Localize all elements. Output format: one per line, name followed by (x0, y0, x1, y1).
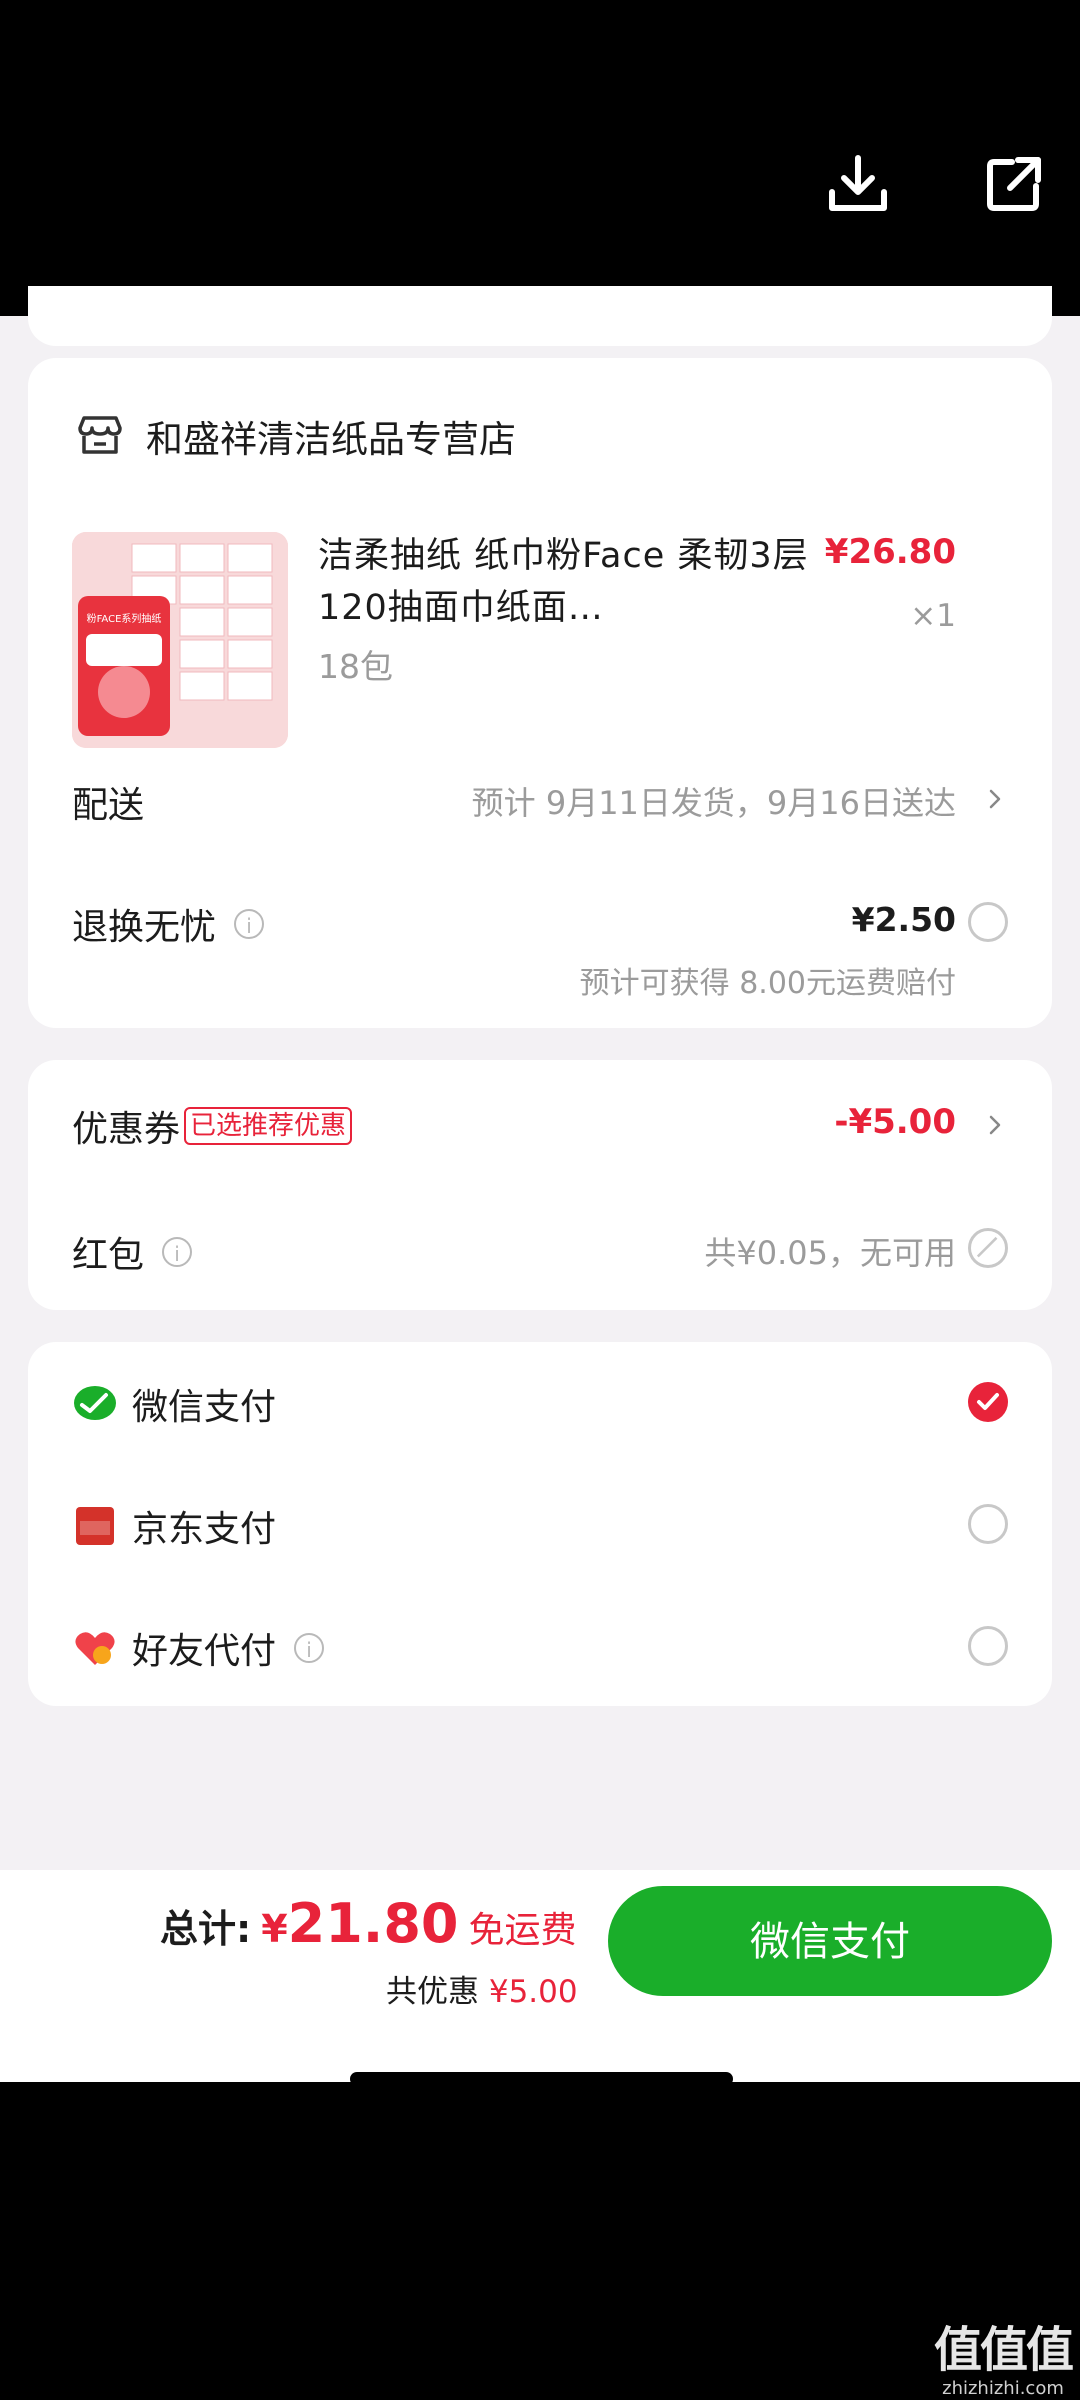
checkout-bar: 总计: ¥ 21.80 免运费 共优惠 ¥5.00 微信支付 (0, 1870, 1080, 2082)
return-insurance-label: 退换无忧 i (72, 898, 265, 950)
delivery-label-text: 配送 (72, 785, 145, 826)
order-content: 和盛祥清洁纸品专营店 粉FACE系列抽纸 洁柔抽纸 纸巾粉Face 柔韧3层12… (0, 286, 1080, 1870)
payment-radio-friend[interactable] (968, 1626, 1008, 1666)
watermark-url: zhizhizhi.com (942, 2378, 1064, 2399)
payment-option-wechat[interactable]: 微信支付 (72, 1378, 276, 1430)
product-thumbnail[interactable]: 粉FACE系列抽纸 (72, 532, 288, 748)
payment-label: 好友代付 (132, 1631, 277, 1672)
red-packet-value: 共¥0.05，无可用 (704, 1234, 956, 1272)
home-indicator[interactable] (350, 2072, 733, 2086)
shop-card: 和盛祥清洁纸品专营店 粉FACE系列抽纸 洁柔抽纸 纸巾粉Face 柔韧3层12… (28, 358, 1052, 1028)
chevron-right-icon[interactable] (984, 1114, 1006, 1136)
total-currency: ¥ (261, 1907, 288, 1951)
shop-header[interactable]: 和盛祥清洁纸品专营店 (76, 406, 516, 466)
top-bar (0, 0, 1080, 316)
discount-summary: 共优惠 ¥5.00 (386, 1966, 578, 2011)
download-icon[interactable] (822, 148, 894, 220)
store-icon (76, 410, 124, 462)
watermark: 值值值 zhizhizhi.com (928, 2310, 1078, 2399)
discount-value: ¥5.00 (488, 1974, 578, 2010)
watermark-logo: 值值值 (933, 2322, 1074, 2378)
red-packet-label: 红包 (72, 1235, 145, 1276)
payment-option-friend[interactable]: 好友代付 i (72, 1622, 325, 1674)
return-insurance-note: 预计可获得 8.00元运费赔付 (579, 966, 956, 1001)
total-label: 总计: (160, 1907, 252, 1951)
svg-text:粉FACE系列抽纸: 粉FACE系列抽纸 (87, 612, 162, 625)
previous-card (28, 286, 1052, 346)
info-icon[interactable]: i (162, 1237, 193, 1267)
product-title[interactable]: 洁柔抽纸 纸巾粉Face 柔韧3层120抽面巾纸面… (318, 530, 818, 634)
payment-radio-wechat[interactable] (968, 1382, 1008, 1422)
delivery-label: 配送 (72, 776, 144, 828)
return-insurance-price: ¥2.50 (851, 900, 956, 939)
product-price: ¥26.80 (824, 532, 956, 572)
payment-label: 京东支付 (132, 1509, 277, 1550)
return-insurance-text: 退换无忧 (72, 907, 217, 948)
payment-radio-jd[interactable] (968, 1504, 1008, 1544)
disabled-circle-icon (968, 1228, 1008, 1268)
coupon-row[interactable]: 优惠券 已选推荐优惠 (72, 1100, 353, 1152)
total-summary: 总计: ¥ 21.80 免运费 (160, 1892, 576, 1955)
friend-pay-icon (72, 1625, 118, 1671)
red-packet-row: 红包 i (72, 1226, 193, 1278)
chevron-right-icon[interactable] (984, 788, 1006, 810)
payment-option-jd[interactable]: 京东支付 (72, 1500, 276, 1552)
wechat-pay-icon (72, 1381, 118, 1427)
info-icon[interactable]: i (294, 1633, 325, 1663)
share-icon[interactable] (978, 148, 1050, 220)
product-quantity: ×1 (910, 598, 956, 634)
discount-card: 优惠券 已选推荐优惠 -¥5.00 红包 i 共¥0.05，无可用 (28, 1060, 1052, 1310)
total-amount: 21.80 (287, 1892, 459, 1955)
shop-name: 和盛祥清洁纸品专营店 (146, 418, 516, 461)
delivery-estimate[interactable]: 预计 9月11日发货，9月16日送达 (472, 778, 956, 824)
coupon-value: -¥5.00 (834, 1102, 956, 1142)
coupon-label: 优惠券 (72, 1109, 181, 1150)
product-spec: 18包 (318, 647, 393, 686)
pay-button[interactable]: 微信支付 (608, 1886, 1052, 1996)
shipping-free-label: 免运费 (468, 1910, 577, 1951)
return-insurance-radio[interactable] (968, 902, 1008, 942)
info-icon[interactable]: i (234, 909, 265, 939)
discount-label: 共优惠 (386, 1974, 479, 2010)
coupon-tag: 已选推荐优惠 (184, 1107, 353, 1145)
jd-pay-icon (72, 1503, 118, 1549)
payment-label: 微信支付 (132, 1387, 277, 1428)
payment-card: 微信支付 京东支付 好友代付 i (28, 1342, 1052, 1706)
